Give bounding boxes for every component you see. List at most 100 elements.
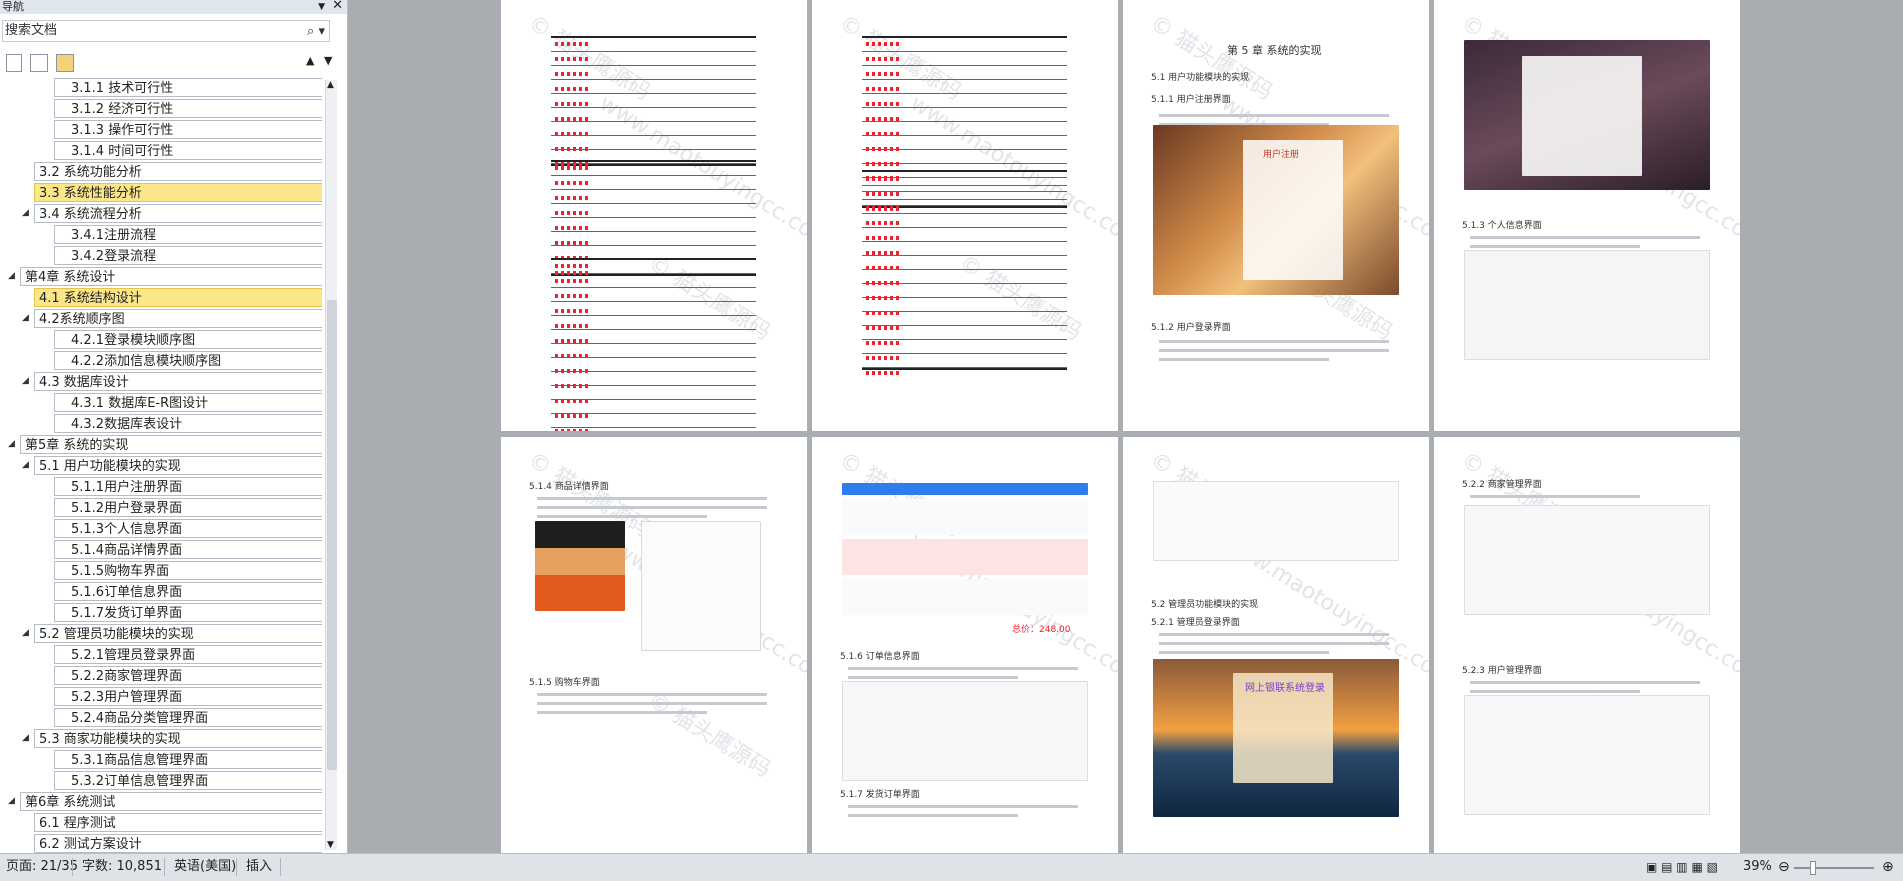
nav-item[interactable]: 3.4.1注册流程 [54, 225, 322, 244]
spell-mark [555, 279, 589, 283]
nav-item[interactable]: 4.2系统顺序图 [34, 309, 322, 328]
spell-mark [555, 384, 589, 388]
nav-item[interactable]: 3.2 系统功能分析 [34, 162, 322, 181]
nav-item[interactable]: 5.3.1商品信息管理界面 [54, 750, 322, 769]
expand-toggle-icon[interactable]: ◢ [8, 439, 15, 449]
nav-item[interactable]: 5.1.1用户注册界面 [54, 477, 322, 496]
nav-item-label: 3.1.2 经济可行性 [71, 102, 174, 117]
document-area[interactable]: © 猫头鹰源码 www.maotouyingcc.com © 猫头鹰源码 © 猫头鹰源… [349, 0, 1903, 853]
document-page[interactable]: © 猫头鹰源码www.maotouyingcc.com© 猫头鹰源码5.2 管理… [1123, 437, 1429, 853]
cart-row [842, 579, 1088, 615]
nav-item[interactable]: 5.1.4商品详情界面 [54, 540, 322, 559]
spell-mark [866, 42, 900, 46]
scrollbar-thumb[interactable] [327, 300, 337, 770]
nav-item[interactable]: 第6章 系统测试 [20, 792, 322, 811]
search-input[interactable]: 搜索文档 ⌕ ▾ [2, 20, 330, 42]
scroll-down-icon[interactable]: ▼ [327, 840, 334, 850]
nav-item[interactable]: 5.1.3个人信息界面 [54, 519, 322, 538]
nav-item[interactable]: 5.2 管理员功能模块的实现 [34, 624, 322, 643]
expand-toggle-icon[interactable]: ◢ [22, 628, 29, 638]
zoom-in-icon[interactable]: ⊕ [1876, 854, 1900, 880]
nav-item[interactable]: 5.2.2商家管理界面 [54, 666, 322, 685]
nav-item[interactable]: 5.1.2用户登录界面 [54, 498, 322, 517]
expand-toggle-icon[interactable]: ◢ [22, 733, 29, 743]
nav-item[interactable]: 5.2.1管理员登录界面 [54, 645, 322, 664]
view-mode-icons[interactable]: ▣ ▤ ▥ ▦ ▧ [1640, 854, 1724, 880]
next-arrow-icon[interactable]: ▼ [324, 54, 332, 67]
search-icon[interactable]: ⌕ ▾ [307, 22, 325, 42]
nav-item-label: 5.1.7发货订单界面 [71, 606, 183, 621]
document-page[interactable]: © 猫头鹰源码www.maotouyingcc.com© 猫头鹰源码第 5 章 … [1123, 0, 1429, 431]
document-page[interactable]: © 猫头鹰源码www.maotouyingcc.com© 猫头鹰源码5.1.3 … [1434, 0, 1740, 431]
document-page[interactable]: © 猫头鹰源码 www.maotouyingcc.com © 猫头鹰源码 [501, 0, 807, 431]
word-count[interactable]: 字数: 10,851 [76, 854, 168, 880]
nav-item[interactable]: 4.2.1登录模块顺序图 [54, 330, 322, 349]
nav-item[interactable]: 5.1.5购物车界面 [54, 561, 322, 580]
tab-headings-icon[interactable] [6, 54, 22, 72]
spell-mark [555, 264, 589, 268]
spell-mark [866, 356, 900, 360]
expand-toggle-icon[interactable]: ◢ [8, 796, 15, 806]
nav-item[interactable]: 6.1 程序测试 [34, 813, 322, 832]
scrollbar[interactable]: ▲ ▼ [325, 80, 337, 850]
expand-toggle-icon[interactable]: ◢ [8, 271, 15, 281]
spell-mark [866, 132, 900, 136]
nav-item[interactable]: 4.2.2添加信息模块顺序图 [54, 351, 322, 370]
nav-item[interactable]: 第4章 系统设计 [20, 267, 322, 286]
nav-item[interactable]: 3.1.3 操作可行性 [54, 120, 322, 139]
tab-results-icon[interactable] [56, 54, 74, 72]
spell-mark [555, 166, 589, 170]
heading: 5.1.5 购物车界面 [529, 678, 600, 688]
nav-item[interactable]: 4.3 数据库设计 [34, 372, 322, 391]
scroll-up-icon[interactable]: ▲ [327, 80, 334, 90]
nav-item-label: 3.1.4 时间可行性 [71, 144, 174, 159]
nav-item-label: 5.1.6订单信息界面 [71, 585, 183, 600]
text-line [1470, 495, 1640, 498]
nav-item[interactable]: 5.2.4商品分类管理界面 [54, 708, 322, 727]
expand-toggle-icon[interactable]: ◢ [22, 460, 29, 470]
heading: 5.2 管理员功能模块的实现 [1151, 600, 1259, 610]
spell-mark [866, 176, 900, 180]
zoom-slider-thumb[interactable] [1810, 861, 1816, 875]
nav-item[interactable]: 3.3 系统性能分析 [34, 183, 322, 202]
nav-item[interactable]: 5.1.6订单信息界面 [54, 582, 322, 601]
nav-item-label: 5.1 用户功能模块的实现 [39, 459, 181, 474]
insert-mode[interactable]: 插入 [240, 854, 278, 880]
language[interactable]: 英语(美国) [168, 854, 242, 880]
nav-item[interactable]: 5.2.3用户管理界面 [54, 687, 322, 706]
nav-item[interactable]: 4.3.1 数据库E-R图设计 [54, 393, 322, 412]
nav-item[interactable]: 4.1 系统结构设计 [34, 288, 322, 307]
nav-item[interactable]: 6.2 测试方案设计 [34, 834, 322, 853]
spell-mark [866, 251, 900, 255]
nav-item-label: 4.3.1 数据库E-R图设计 [71, 396, 209, 411]
nav-item[interactable]: 5.3 商家功能模块的实现 [34, 729, 322, 748]
prev-arrow-icon[interactable]: ▲ [306, 54, 314, 67]
nav-item[interactable]: 3.1.4 时间可行性 [54, 141, 322, 160]
close-icon[interactable]: ✕ [332, 0, 343, 13]
nav-item[interactable]: 5.1.7发货订单界面 [54, 603, 322, 622]
dropdown-icon[interactable]: ▼ [318, 0, 325, 14]
nav-item[interactable]: 3.1.1 技术可行性 [54, 78, 322, 97]
spell-mark [555, 72, 589, 76]
nav-item[interactable]: 3.4.2登录流程 [54, 246, 322, 265]
expand-toggle-icon[interactable]: ◢ [22, 208, 29, 218]
spell-mark [555, 309, 589, 313]
nav-item[interactable]: 5.3.2订单信息管理界面 [54, 771, 322, 790]
nav-item[interactable]: 5.1 用户功能模块的实现 [34, 456, 322, 475]
document-page[interactable]: © 猫头鹰源码www.maotouyingcc.com© 猫头鹰源码5.2.2 … [1434, 437, 1740, 853]
expand-toggle-icon[interactable]: ◢ [22, 376, 29, 386]
text-line [848, 805, 1078, 808]
zoom-slider[interactable] [1794, 867, 1874, 869]
zoom-out-icon[interactable]: ⊖ [1772, 854, 1796, 880]
expand-toggle-icon[interactable]: ◢ [22, 313, 29, 323]
document-page[interactable]: © 猫头鹰源码www.maotouyingcc.com© 猫头鹰源码5.1.4 … [501, 437, 807, 853]
document-page[interactable]: © 猫头鹰源码 www.maotouyingcc.com © 猫头鹰源码 [812, 0, 1118, 431]
document-page[interactable]: © 猫头鹰源码www.maotouyingcc.com© 猫头鹰源码总价：248… [812, 437, 1118, 853]
nav-item[interactable]: 3.4 系统流程分析 [34, 204, 322, 223]
nav-item[interactable]: 4.3.2数据库表设计 [54, 414, 322, 433]
heading: 5.1.4 商品详情界面 [529, 482, 609, 492]
tab-pages-icon[interactable] [30, 54, 48, 72]
nav-item[interactable]: 第5章 系统的实现 [20, 435, 322, 454]
spell-mark [866, 147, 900, 151]
nav-item[interactable]: 3.1.2 经济可行性 [54, 99, 322, 118]
